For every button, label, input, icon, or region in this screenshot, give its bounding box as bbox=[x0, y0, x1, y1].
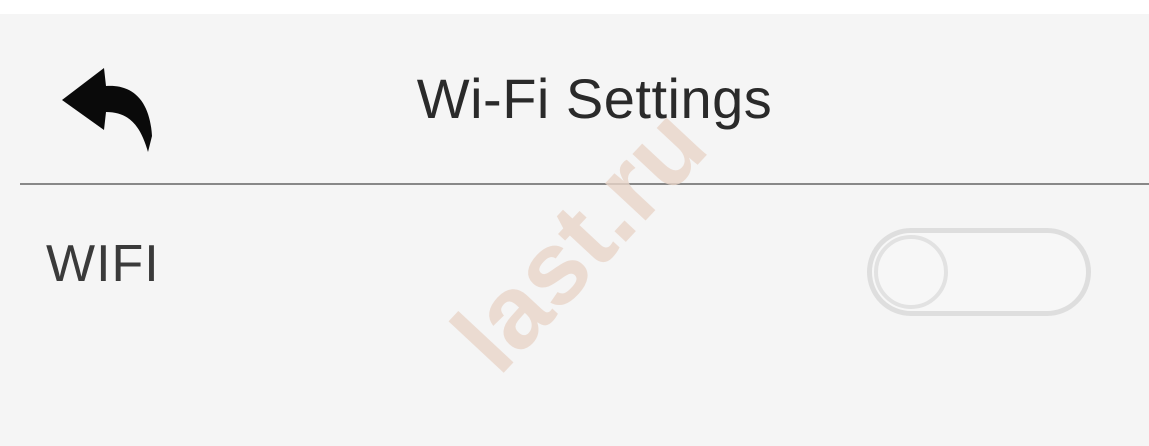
settings-row-wifi: WIFI bbox=[0, 188, 1149, 348]
wifi-label: WIFI bbox=[46, 235, 160, 293]
header-bar: Wi-Fi Settings bbox=[0, 14, 1149, 183]
header-divider bbox=[20, 183, 1149, 185]
page-title: Wi-Fi Settings bbox=[416, 67, 773, 130]
wifi-toggle[interactable] bbox=[867, 228, 1091, 316]
toggle-knob bbox=[874, 235, 948, 309]
wifi-settings-screen: Wi-Fi Settings WIFI last.ru bbox=[0, 14, 1149, 446]
